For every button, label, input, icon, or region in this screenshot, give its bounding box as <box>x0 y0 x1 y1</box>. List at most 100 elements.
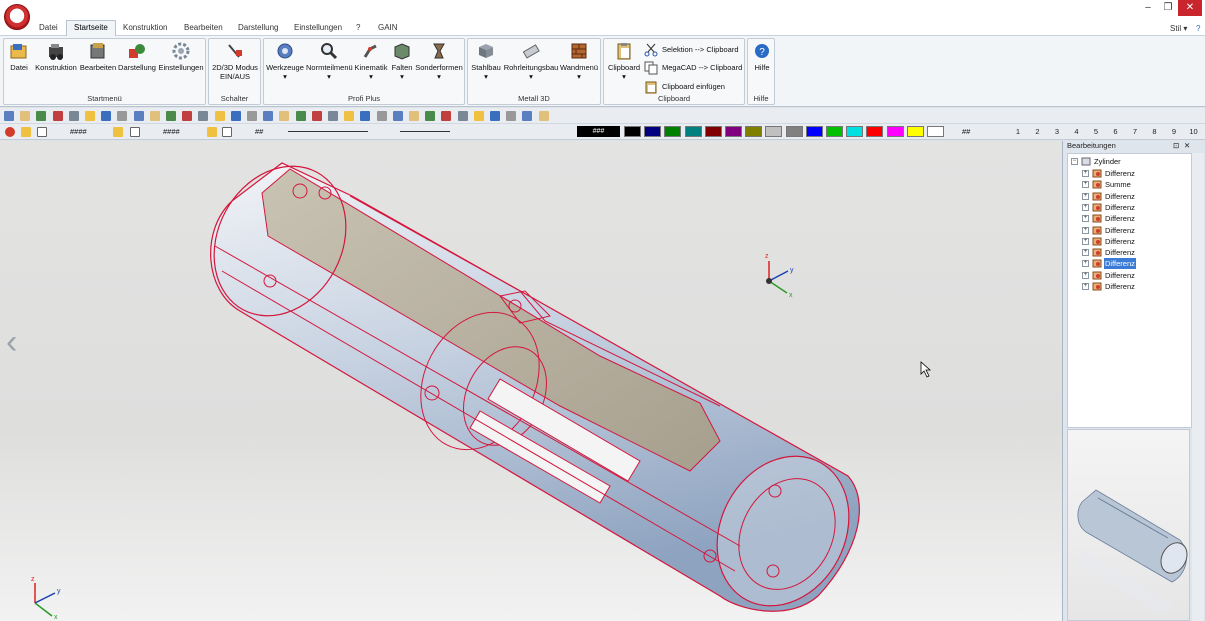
toolbar-tool-icon[interactable] <box>522 111 533 121</box>
megacad-logo-icon[interactable] <box>4 4 30 30</box>
panel-scrollbar[interactable] <box>1192 153 1204 621</box>
close-button[interactable]: ✕ <box>1178 0 1202 16</box>
toolbar-tool-icon[interactable] <box>344 111 355 121</box>
toolbar-tool-icon[interactable] <box>279 111 290 121</box>
tab-bearbeiten[interactable]: Bearbeiten <box>177 21 230 36</box>
toolbar-tool-icon[interactable] <box>538 111 549 121</box>
toolbar-tool-icon[interactable] <box>506 111 517 121</box>
toolbar-tool-icon[interactable] <box>133 111 144 121</box>
color-swatch[interactable] <box>805 126 823 137</box>
layer-number[interactable]: 4 <box>1071 127 1083 136</box>
restore-button[interactable]: ❐ <box>1158 0 1178 16</box>
toolbar-tool-icon[interactable] <box>36 111 47 121</box>
stahlbau-button[interactable]: Stahlbau ▾ <box>469 41 503 81</box>
expand-icon[interactable]: + <box>1082 170 1089 177</box>
toolbar-tool-icon[interactable] <box>425 111 436 121</box>
color-swatch[interactable] <box>725 126 742 137</box>
datei-button[interactable]: Datei <box>7 41 31 72</box>
tab-darstellung[interactable]: Darstellung <box>231 21 285 36</box>
toolbar-tool-icon[interactable] <box>409 111 419 121</box>
pin-icon[interactable]: ⊡ <box>1173 141 1179 150</box>
expand-icon[interactable]: + <box>1082 271 1089 279</box>
color-swatch[interactable] <box>826 126 843 137</box>
clipboard-button[interactable]: Clipboard ▾ <box>606 41 642 81</box>
lock-icon-2[interactable] <box>113 127 123 137</box>
sonderformen-button[interactable]: Sonderformen ▾ <box>415 41 463 81</box>
expand-icon[interactable]: + <box>1082 192 1089 200</box>
expand-icon[interactable]: + <box>1082 283 1089 290</box>
color-swatch[interactable] <box>684 126 702 137</box>
color-swatch[interactable] <box>785 126 803 137</box>
minimize-button[interactable]: – <box>1138 0 1158 16</box>
help-icon[interactable]: ? <box>1196 24 1200 33</box>
layer-number[interactable]: 1 <box>1012 127 1024 136</box>
toolbar-tool-icon[interactable] <box>473 111 484 121</box>
toolbar-tool-icon[interactable] <box>360 111 371 121</box>
toolbar-tool-icon[interactable] <box>85 111 95 121</box>
color-swatch[interactable] <box>704 126 722 137</box>
cylinder-model[interactable]: z y x z y x ‹ <box>0 141 1062 621</box>
rohrleitungsbau-button[interactable]: Rohrleitungsbau ▾ <box>503 41 559 81</box>
layer-number[interactable]: 3 <box>1051 127 1063 136</box>
einstellungen-button[interactable]: Einstellungen <box>157 41 205 72</box>
toolbar-tool-icon[interactable] <box>149 111 160 121</box>
page-icon[interactable] <box>37 127 47 137</box>
toolbar-tool-icon[interactable] <box>441 111 452 121</box>
color-swatch[interactable] <box>664 126 682 137</box>
toolbar-tool-icon[interactable] <box>198 111 209 121</box>
wandmenue-button[interactable]: Wandmenü ▾ <box>559 41 599 81</box>
page-icon-2[interactable] <box>130 127 140 137</box>
toolbar-tool-icon[interactable] <box>392 111 403 121</box>
tab-startseite[interactable]: Startseite <box>66 20 116 37</box>
color-swatch[interactable] <box>745 126 763 137</box>
toolbar-tool-icon[interactable] <box>457 111 468 121</box>
toolbar-tool-icon[interactable] <box>490 111 500 121</box>
toolbar-tool-icon[interactable] <box>376 111 387 121</box>
cad-viewport[interactable]: z y x z y x ‹ <box>0 141 1062 621</box>
clipboard-einfuegen-button[interactable]: Clipboard einfügen <box>644 79 725 95</box>
tab-konstruktion[interactable]: Konstruktion <box>116 21 174 36</box>
toolbar-tool-icon[interactable] <box>214 111 225 121</box>
expand-icon[interactable]: + <box>1082 237 1089 245</box>
toolbar-tool-icon[interactable] <box>295 111 306 121</box>
tab-einstellungen[interactable]: Einstellungen <box>287 21 349 36</box>
layer-number[interactable]: 2 <box>1032 127 1044 136</box>
tab-gain[interactable]: GAIN <box>371 21 405 36</box>
expand-icon[interactable]: + <box>1082 203 1089 211</box>
toolbar-tool-icon[interactable] <box>117 111 128 121</box>
lock-icon[interactable] <box>21 127 31 137</box>
tab-datei[interactable]: Datei <box>32 21 65 36</box>
toolbar-tool-icon[interactable] <box>263 111 274 121</box>
style-selector[interactable]: Stil ▾ <box>1170 24 1187 33</box>
konstruktion-button[interactable]: Konstruktion <box>34 41 78 72</box>
field-1[interactable]: #### <box>70 127 87 136</box>
color-swatch[interactable] <box>886 126 904 137</box>
current-color-field[interactable]: ### <box>577 126 620 137</box>
collapse-icon[interactable]: − <box>1071 158 1078 165</box>
field-2[interactable]: #### <box>163 127 180 136</box>
layer-number[interactable]: 10 <box>1188 127 1200 136</box>
line-type-preview[interactable] <box>288 131 368 132</box>
toolbar-tool-icon[interactable] <box>4 111 14 121</box>
bearbeiten-button[interactable]: Bearbeiten <box>79 41 117 72</box>
layer-number[interactable]: 8 <box>1149 127 1161 136</box>
color-swatch[interactable] <box>927 126 944 137</box>
toolbar-tool-icon[interactable] <box>52 111 63 121</box>
color-swatch[interactable] <box>906 126 924 137</box>
toolbar-tool-icon[interactable] <box>328 111 338 121</box>
line-width-preview[interactable] <box>400 131 450 132</box>
grid-label[interactable]: ## <box>962 127 970 136</box>
toolbar-tool-icon[interactable] <box>247 111 257 121</box>
pencil-icon[interactable] <box>222 127 232 137</box>
toolbar-tool-icon[interactable] <box>182 111 193 121</box>
normteilmenue-button[interactable]: Normteilmenü ▾ <box>306 41 353 81</box>
layer-number[interactable]: 6 <box>1110 127 1122 136</box>
color-swatch[interactable] <box>866 126 884 137</box>
toolbar-tool-icon[interactable] <box>166 111 176 121</box>
darstellung-button[interactable]: Darstellung <box>117 41 157 72</box>
layer-number[interactable]: 5 <box>1090 127 1102 136</box>
field-3[interactable]: ## <box>255 127 263 136</box>
tab-help[interactable]: ? <box>349 21 367 36</box>
werkzeuge-button[interactable]: Werkzeuge ▾ <box>265 41 305 81</box>
expand-icon[interactable]: + <box>1082 181 1089 189</box>
